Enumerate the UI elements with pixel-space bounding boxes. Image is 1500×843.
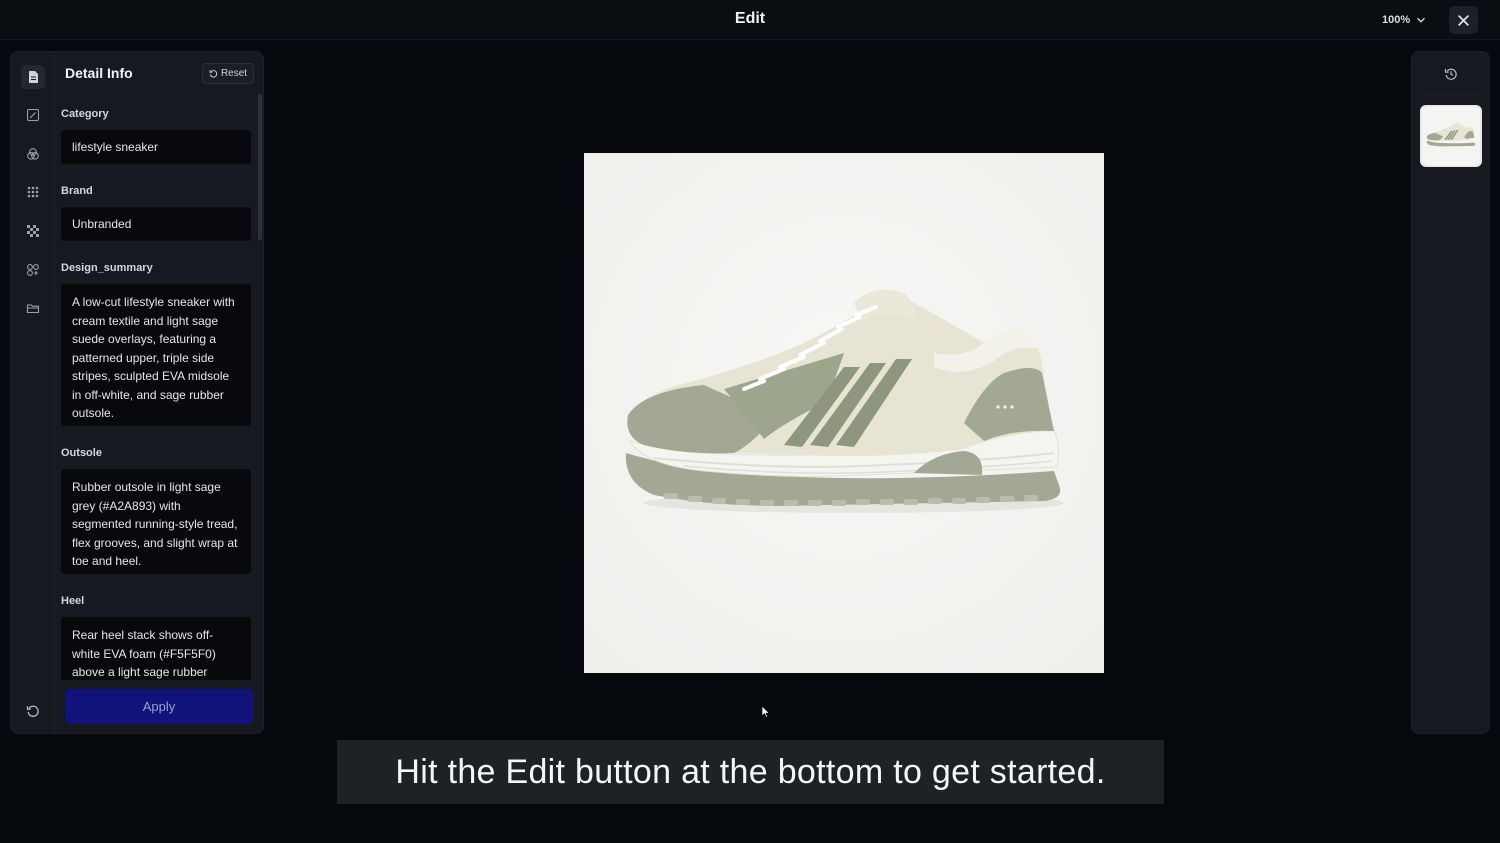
close-button[interactable] [1449,6,1478,34]
product-image [584,153,1104,673]
title-bar: Edit 100% [0,0,1500,40]
outsole-label: Outsole [61,447,102,459]
reset-label: Reset [220,68,248,79]
design-summary-label: Design_summary [61,262,153,274]
document-icon [29,71,38,83]
undo-button[interactable] [23,701,43,721]
close-icon [1458,14,1469,26]
outsole-field[interactable]: Rubber outsole in light sage grey (#A2A8… [61,469,251,574]
tutorial-caption: Hit the Edit button at the bottom to get… [337,740,1164,804]
history-panel [1411,51,1490,734]
grid-icon [27,186,39,198]
heel-field[interactable]: Rear heel stack shows off-white EVA foam… [61,617,251,680]
tool-rail [11,52,55,733]
detail-info-panel: Detail Info Reset Category lifestyle sne… [10,51,264,734]
zoom-dropdown[interactable]: 100% [1376,10,1432,30]
sneaker-illustration [584,153,1104,673]
category-field[interactable]: lifestyle sneaker [61,130,251,164]
edit-icon [26,108,40,122]
tool-pattern[interactable] [21,219,45,243]
reset-icon [209,70,218,78]
apply-button[interactable]: Apply [65,689,253,724]
panel-header: Detail Info Reset [55,52,263,96]
layers-icon [26,304,40,314]
window-title: Edit [734,10,766,27]
history-button[interactable] [1441,64,1461,84]
history-icon [1444,68,1457,80]
history-thumbnail[interactable] [1420,105,1482,167]
tool-grid[interactable] [21,180,45,204]
sneaker-thumbnail [1422,107,1480,165]
mouse-cursor [761,705,771,718]
chevron-down-icon [1417,17,1426,23]
pattern-icon [27,225,39,237]
brand-label: Brand [61,185,93,197]
zoom-level: 100% [1382,14,1411,26]
components-icon [27,264,39,276]
design-summary-field[interactable]: A low-cut lifestyle sneaker with cream t… [61,284,251,426]
history-divider [1420,94,1482,95]
color-palette-icon [27,148,39,160]
tool-components[interactable] [21,258,45,282]
reset-button[interactable]: Reset [202,63,254,84]
tool-layers[interactable] [21,296,45,320]
tool-edit[interactable] [21,103,45,127]
brand-field[interactable]: Unbranded [61,207,251,241]
undo-icon [26,705,39,717]
tool-color[interactable] [21,142,45,166]
form-scrollbar[interactable] [258,94,262,240]
heel-label: Heel [61,595,85,607]
tool-detail-info[interactable] [21,65,45,89]
category-label: Category [61,108,109,120]
detail-form[interactable]: Category lifestyle sneaker Brand Unbrand… [55,96,263,680]
panel-title: Detail Info [65,65,133,81]
